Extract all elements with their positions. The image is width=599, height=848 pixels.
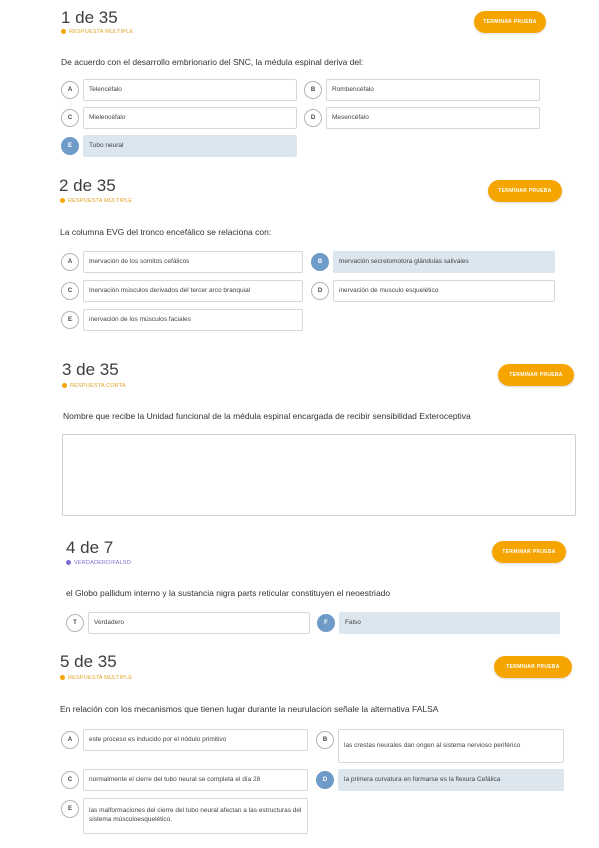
option-c[interactable]: C Mielencéfalo (61, 107, 297, 129)
option-d[interactable]: D inervación de musculo esquelético (311, 280, 555, 302)
question-type: RESPUESTA CORTA (62, 383, 126, 389)
option-text: Rombencéfalo (326, 79, 540, 101)
end-test-button[interactable]: TERMINAR PRUEBA (494, 656, 572, 678)
option-b[interactable]: B Rombencéfalo (304, 79, 540, 101)
question-number: 3 de 35 (62, 360, 119, 379)
option-text: Falso (339, 612, 560, 634)
option-letter: A (61, 81, 79, 99)
question-type-label: RESPUESTA CORTA (70, 383, 126, 389)
type-dot (66, 560, 71, 565)
option-text: las malformaciones del cierre del tubo n… (83, 798, 308, 834)
question-number: 2 de 35 (59, 176, 116, 195)
question-prompt: el Globo pallidum interno y la sustancia… (66, 588, 391, 598)
option-letter: B (316, 731, 334, 749)
option-letter: D (304, 109, 322, 127)
option-text: Mielencéfalo (83, 107, 297, 129)
question-type-label: RESPUESTA MÚLTIPLE (69, 29, 134, 35)
option-a[interactable]: A este proceso es inducido por el nódulo… (61, 729, 308, 751)
option-text: Inervación músculos derivados del tercer… (83, 280, 303, 302)
option-letter: F (317, 614, 335, 632)
option-d[interactable]: D la primera curvatura en formarse es la… (316, 769, 564, 791)
question-prompt: La columna EVG del tronco encefálico se … (60, 227, 272, 237)
end-test-button[interactable]: TERMINAR PRUEBA (474, 11, 546, 33)
end-test-button[interactable]: TERMINAR PRUEBA (498, 364, 574, 386)
option-letter: A (61, 731, 79, 749)
option-b[interactable]: B Inervación secretomotora glándulas sal… (311, 251, 555, 273)
option-text: Verdadero (88, 612, 310, 634)
question-type-label: RESPUESTA MÚLTIPLE (68, 198, 133, 204)
answer-textarea[interactable] (62, 434, 576, 516)
question-type: VERDADERO/FALSO (66, 560, 131, 566)
option-c[interactable]: C Inervación músculos derivados del terc… (61, 280, 303, 302)
end-test-button[interactable]: TERMINAR PRUEBA (488, 180, 562, 202)
question-number: 4 de 7 (66, 538, 114, 557)
option-text: inervación de los músculos faciales (83, 309, 303, 331)
question-prompt: De acuerdo con el desarrollo embrionario… (61, 57, 364, 67)
option-text: Telencéfalo (83, 79, 297, 101)
option-letter: E (61, 137, 79, 155)
option-letter: D (316, 771, 334, 789)
type-dot (60, 198, 65, 203)
option-e[interactable]: E las malformaciones del cierre del tubo… (61, 798, 308, 834)
option-text: las crestas neurales dan origen al siste… (338, 729, 564, 763)
question-number: 5 de 35 (60, 652, 117, 671)
option-letter: C (61, 109, 79, 127)
option-text: inervación de musculo esquelético (333, 280, 555, 302)
end-test-button[interactable]: TERMINAR PRUEBA (492, 541, 566, 563)
option-letter: B (304, 81, 322, 99)
option-text: normalmente el cierre del tubo neural se… (83, 769, 308, 791)
option-letter: A (61, 253, 79, 271)
option-letter: B (311, 253, 329, 271)
option-letter: C (61, 771, 79, 789)
option-text: Tubo neural (83, 135, 297, 157)
question-prompt: Nombre que recibe la Unidad funcional de… (63, 411, 471, 421)
question-number: 1 de 35 (61, 8, 118, 27)
question-type: RESPUESTA MÚLTIPLE (60, 675, 132, 681)
question-type-label: RESPUESTA MÚLTIPLE (68, 675, 133, 681)
option-true[interactable]: T Verdadero (66, 612, 310, 634)
question-type: RESPUESTA MÚLTIPLE (60, 198, 132, 204)
option-text: Inervación de los somitos cefálicos (83, 251, 303, 273)
option-text: la primera curvatura en formarse es la f… (338, 769, 564, 791)
option-letter: D (311, 282, 329, 300)
option-a[interactable]: A Inervación de los somitos cefálicos (61, 251, 303, 273)
option-d[interactable]: D Mesencéfalo (304, 107, 540, 129)
type-dot (62, 383, 67, 388)
type-dot (61, 29, 66, 34)
option-letter: E (61, 800, 79, 818)
option-letter: C (61, 282, 79, 300)
type-dot (60, 675, 65, 680)
option-false[interactable]: F Falso (317, 612, 560, 634)
option-e[interactable]: E Tubo neural (61, 135, 297, 157)
question-prompt: En relación con los mecanismos que tiene… (60, 704, 439, 714)
option-letter: E (61, 311, 79, 329)
option-text: este proceso es inducido por el nódulo p… (83, 729, 308, 751)
option-b[interactable]: B las crestas neurales dan origen al sis… (316, 729, 564, 763)
option-text: Mesencéfalo (326, 107, 540, 129)
question-type: RESPUESTA MÚLTIPLE (61, 29, 133, 35)
option-text: Inervación secretomotora glándulas saliv… (333, 251, 555, 273)
option-e[interactable]: E inervación de los músculos faciales (61, 309, 303, 331)
question-type-label: VERDADERO/FALSO (74, 560, 132, 566)
option-letter: T (66, 614, 84, 632)
option-a[interactable]: A Telencéfalo (61, 79, 297, 101)
option-c[interactable]: C normalmente el cierre del tubo neural … (61, 769, 308, 791)
